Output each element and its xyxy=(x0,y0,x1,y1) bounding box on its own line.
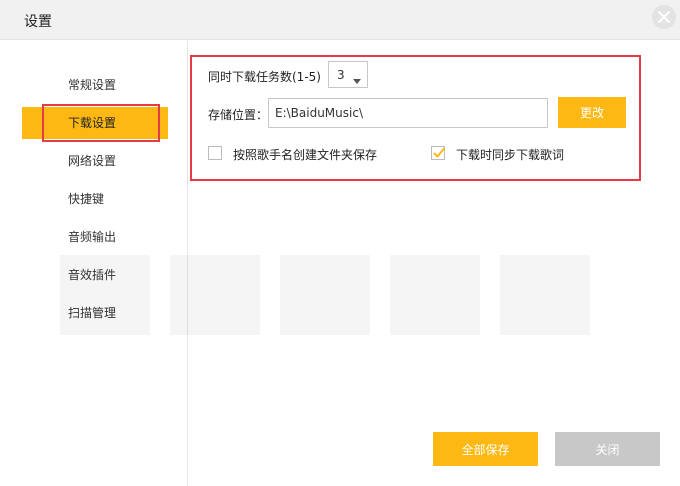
sidebar-item-network[interactable]: 网络设置 xyxy=(22,145,168,177)
window-title: 设置 xyxy=(24,14,52,30)
sync-lyrics-checkbox[interactable] xyxy=(431,146,445,160)
artist-folder-label: 按照歌手名创建文件夹保存 xyxy=(233,148,378,162)
sidebar-item-scan-management[interactable]: 扫描管理 xyxy=(22,297,168,329)
storage-location-label: 存储位置： xyxy=(208,108,269,122)
sidebar-item-audio-output[interactable]: 音频输出 xyxy=(22,221,168,253)
concurrent-tasks-value: 3 xyxy=(337,68,345,82)
title-bar: 设置 xyxy=(0,0,680,40)
sidebar-item-download[interactable]: 下载设置 xyxy=(22,107,168,139)
change-location-button[interactable]: 更改 xyxy=(558,97,626,128)
sync-lyrics-label: 下载时同步下载歌词 xyxy=(456,148,565,162)
artist-folder-checkbox[interactable] xyxy=(208,146,222,160)
concurrent-tasks-label: 同时下载任务数(1-5) xyxy=(208,70,321,84)
chevron-down-icon xyxy=(353,73,361,87)
storage-location-field[interactable] xyxy=(268,98,548,128)
sidebar: 常规设置 下载设置 网络设置 快捷键 音频输出 音效插件 扫描管理 xyxy=(0,40,188,486)
sidebar-item-effect-plugins[interactable]: 音效插件 xyxy=(22,259,168,291)
concurrent-tasks-select[interactable]: 3 xyxy=(328,61,368,88)
sidebar-item-general[interactable]: 常规设置 xyxy=(22,69,168,101)
save-all-button[interactable]: 全部保存 xyxy=(433,432,538,466)
close-window-button[interactable] xyxy=(652,5,676,29)
sidebar-item-shortcuts[interactable]: 快捷键 xyxy=(22,183,168,215)
close-button[interactable]: 关闭 xyxy=(555,432,660,466)
